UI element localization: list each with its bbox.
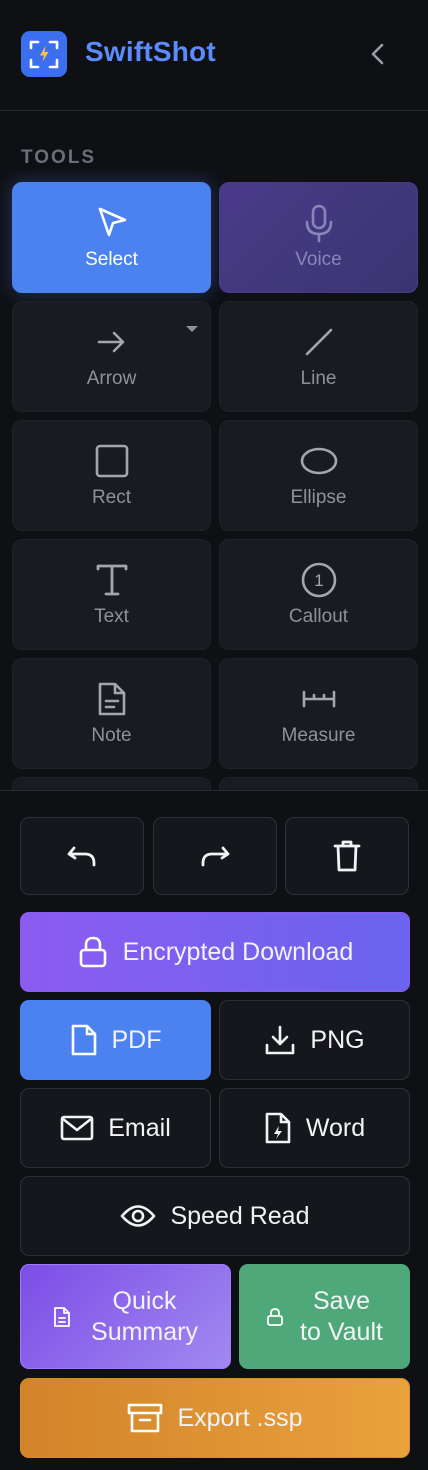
download-icon	[266, 1025, 295, 1055]
speed-read-button[interactable]: Speed Read	[20, 1176, 410, 1256]
button-label: Word	[305, 1113, 366, 1142]
button-label: Encrypted Download	[122, 937, 354, 966]
chevron-left-icon	[371, 43, 384, 65]
archive-box-icon	[128, 1403, 163, 1433]
tools-grid: Select Voice Arrow Line Rect Ellipse Tex…	[0, 170, 428, 790]
chevron-down-icon[interactable]	[186, 326, 198, 332]
arrow-right-icon	[97, 331, 124, 353]
lock-icon	[79, 936, 106, 968]
numbered-circle-icon: 1	[301, 562, 336, 598]
delete-button[interactable]	[285, 817, 409, 895]
button-label: PDF	[111, 1025, 162, 1054]
word-button[interactable]: Word	[219, 1088, 410, 1168]
tool-label: Arrow	[86, 368, 137, 389]
small-lock-icon	[267, 1307, 283, 1326]
collapse-sidebar-button[interactable]	[362, 38, 394, 70]
tool-label: Select	[85, 249, 138, 270]
button-label: Speed Read	[170, 1201, 310, 1230]
tool-label: Line	[300, 368, 337, 389]
tool-label: Text	[94, 606, 129, 627]
tool-label: Note	[91, 725, 132, 746]
tool-partial[interactable]	[12, 777, 211, 790]
export-ssp-button[interactable]: Export .ssp	[20, 1378, 410, 1458]
tool-text[interactable]: Text	[12, 539, 211, 650]
square-icon	[95, 444, 128, 478]
svg-text:1: 1	[314, 571, 323, 590]
tool-label: Rect	[91, 487, 132, 508]
divider	[0, 790, 428, 791]
ellipse-icon	[300, 447, 337, 475]
summary-doc-icon	[54, 1306, 70, 1327]
tool-measure[interactable]: Measure	[219, 658, 418, 769]
quick-summary-button[interactable]: Quick Summary	[20, 1264, 231, 1369]
tool-label: Voice	[295, 249, 342, 270]
redo-button[interactable]	[153, 817, 277, 895]
mail-icon	[60, 1115, 94, 1141]
tools-section-label: TOOLS	[21, 147, 97, 168]
png-button[interactable]: PNG	[219, 1000, 410, 1080]
header: SwiftShot	[0, 0, 428, 111]
tool-voice[interactable]: Voice	[219, 182, 418, 293]
tool-note[interactable]: Note	[12, 658, 211, 769]
file-icon	[71, 1024, 96, 1056]
redo-icon	[201, 846, 230, 867]
cursor-icon	[98, 207, 126, 237]
text-icon	[96, 564, 127, 596]
undo-button[interactable]	[20, 817, 144, 895]
button-label: Save to Vault	[300, 1286, 383, 1346]
tool-arrow[interactable]: Arrow	[12, 301, 211, 412]
email-button[interactable]: Email	[20, 1088, 211, 1168]
button-label: PNG	[310, 1025, 365, 1054]
save-to-vault-button[interactable]: Save to Vault	[239, 1264, 410, 1369]
tool-label: Callout	[288, 606, 349, 627]
app-logo	[21, 31, 67, 77]
tool-partial[interactable]	[219, 777, 418, 790]
button-label: Export .ssp	[177, 1403, 303, 1432]
pdf-button[interactable]: PDF	[20, 1000, 211, 1080]
button-label: Quick Summary	[91, 1286, 198, 1346]
tool-rect[interactable]: Rect	[12, 420, 211, 531]
tool-ellipse[interactable]: Ellipse	[219, 420, 418, 531]
ruler-icon	[302, 690, 335, 708]
button-label: Email	[108, 1113, 171, 1142]
trash-icon	[333, 840, 361, 872]
tool-label: Measure	[281, 725, 356, 746]
app-title: SwiftShot	[85, 36, 216, 67]
eye-icon	[121, 1205, 156, 1227]
word-file-icon	[265, 1112, 291, 1144]
microphone-icon	[305, 204, 332, 243]
undo-icon	[67, 846, 96, 867]
capture-bolt-icon	[29, 40, 59, 69]
document-icon	[98, 682, 125, 716]
tool-label: Ellipse	[290, 487, 347, 508]
encrypted-download-button[interactable]: Encrypted Download	[20, 912, 410, 992]
tool-callout[interactable]: 1 Callout	[219, 539, 418, 650]
line-icon	[305, 328, 332, 356]
tool-line[interactable]: Line	[219, 301, 418, 412]
tool-select[interactable]: Select	[12, 182, 211, 293]
